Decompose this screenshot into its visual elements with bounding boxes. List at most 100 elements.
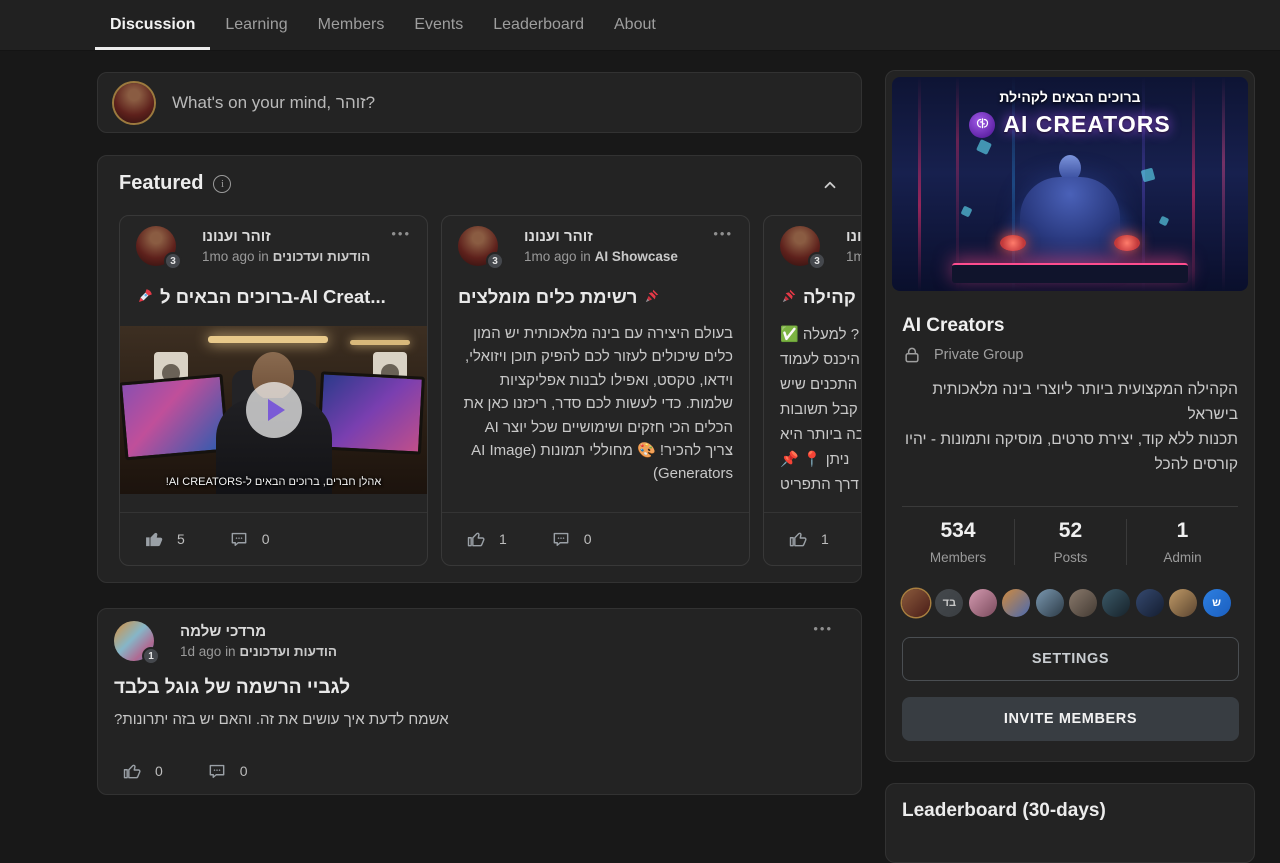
member-avatars-row: בד ש (902, 589, 1236, 617)
collapse-chevron-up-icon[interactable] (821, 176, 839, 199)
like-button[interactable]: 5 (144, 529, 185, 549)
level-badge: 3 (164, 252, 182, 270)
author-name[interactable]: זוהר וענונו (202, 228, 271, 245)
banner-logo-text: AI CREATORS (1003, 111, 1170, 138)
tab-learning[interactable]: Learning (210, 0, 302, 50)
rocket-icon (136, 287, 154, 310)
monitor-right (317, 371, 425, 454)
member-avatar[interactable]: ש (1203, 589, 1231, 617)
video-thumbnail[interactable]: אהלן חברים, ברוכים הבאים ל-AI CREATORS! (120, 326, 427, 494)
comment-count: 0 (240, 763, 248, 779)
thumbs-up-icon (144, 529, 164, 549)
invite-members-button[interactable]: INVITE MEMBERS (902, 697, 1239, 741)
pushpin-icon (780, 288, 797, 310)
featured-post-card[interactable]: 3 זוהר וענונו 1mo ago in הודעות ועדכונים… (119, 215, 428, 566)
post-title[interactable]: רשימת כלים מומלצים (458, 286, 733, 310)
group-privacy: Private Group (902, 345, 1023, 365)
comment-count: 0 (584, 531, 592, 547)
tab-members[interactable]: Members (303, 0, 400, 50)
post-title[interactable]: קהילה (780, 286, 862, 310)
tab-about[interactable]: About (599, 0, 671, 50)
play-button-icon[interactable] (246, 382, 302, 438)
post-meta: 1d ago in הודעות ועדכונים (180, 644, 337, 659)
post-body-line: התכנים שיש (780, 372, 862, 397)
group-info-card: ברוכים הבאים לקהילת AI CREATORS AI Creat… (885, 70, 1255, 762)
monitor-left (120, 374, 229, 461)
pushpin-icon (643, 288, 660, 310)
featured-post-card[interactable]: 3 זוהר וענונו 1mo קהילה ✅ למעלה ?היכנס ל… (763, 215, 862, 566)
tab-events[interactable]: Events (399, 0, 478, 50)
board-name: AI Showcase (595, 249, 678, 264)
feed-post-card[interactable]: 1 מרדכי שלמה 1d ago in הודעות ועדכונים •… (97, 608, 862, 795)
author-name[interactable]: זוהר וענונו (524, 228, 593, 245)
post-body-line: היכנס לעמוד (780, 347, 862, 372)
current-user-avatar[interactable] (114, 83, 154, 123)
stat-admin[interactable]: 1Admin (1126, 519, 1238, 565)
thumbs-up-icon (122, 761, 142, 781)
level-badge: 3 (808, 252, 826, 270)
member-avatar[interactable] (969, 589, 997, 617)
post-meta: 1mo (846, 249, 862, 264)
comment-button[interactable]: 0 (551, 529, 592, 549)
stat-members[interactable]: 534Members (902, 519, 1014, 565)
like-button[interactable]: 1 (788, 529, 829, 549)
post-body-line: בה ביותר היא (780, 422, 862, 447)
video-caption: אהלן חברים, ברוכים הבאים ל-AI CREATORS! (120, 476, 427, 488)
post-body: אשמח לדעת איך עושים את זה. והאם יש בזה י… (114, 711, 845, 728)
like-count: 1 (499, 531, 507, 547)
brain-logo-icon (969, 112, 995, 138)
post-body-line: ניתן 📍 📌 (780, 447, 862, 472)
banner-welcome-text: ברוכים הבאים לקהילת (892, 89, 1248, 105)
post-body: בעולם היצירה עם בינה מלאכותית יש המון כל… (458, 322, 733, 486)
like-count: 5 (177, 531, 185, 547)
like-button[interactable]: 0 (122, 761, 163, 781)
group-stats: 534Members 52Posts 1Admin (902, 519, 1238, 565)
tab-discussion[interactable]: Discussion (95, 0, 210, 50)
member-avatar[interactable]: בד (935, 589, 963, 617)
comment-icon (229, 529, 249, 549)
post-menu-icon[interactable]: ••• (813, 621, 833, 636)
member-avatar[interactable] (1102, 589, 1130, 617)
board-name: הודעות ועדכונים (239, 644, 337, 659)
featured-title: Featured (119, 172, 203, 195)
thumbs-up-icon (466, 529, 486, 549)
post-body-line: דרך התפריט (780, 472, 862, 497)
stat-posts[interactable]: 52Posts (1014, 519, 1126, 565)
member-avatar[interactable] (1136, 589, 1164, 617)
comment-icon (207, 761, 227, 781)
post-meta: 1mo ago in AI Showcase (524, 249, 678, 264)
like-count: 0 (155, 763, 163, 779)
featured-post-card[interactable]: 3 זוהר וענונו 1mo ago in AI Showcase •••… (441, 215, 750, 566)
group-banner-image: ברוכים הבאים לקהילת AI CREATORS (892, 77, 1248, 291)
leaderboard-title: Leaderboard (30-days) (902, 800, 1106, 822)
level-badge: 3 (486, 252, 504, 270)
post-body-line: קבל תשובות (780, 397, 862, 422)
post-title[interactable]: לגביי הרשמה של גוגל בלבד (114, 677, 845, 699)
comment-button[interactable]: 0 (229, 529, 270, 549)
leaderboard-card: Leaderboard (30-days) (885, 783, 1255, 863)
member-avatar[interactable] (1069, 589, 1097, 617)
group-description: הקהילה המקצועית ביותר ליוצרי בינה מלאכות… (902, 377, 1238, 477)
like-button[interactable]: 1 (466, 529, 507, 549)
post-meta: 1mo ago in הודעות ועדכונים (202, 249, 370, 264)
post-menu-icon[interactable]: ••• (713, 226, 733, 241)
post-composer[interactable]: What's on your mind, זוהר? (97, 72, 862, 133)
member-avatar[interactable] (1036, 589, 1064, 617)
comment-button[interactable]: 0 (207, 761, 248, 781)
composer-prompt[interactable]: What's on your mind, זוהר? (172, 93, 375, 113)
author-name[interactable]: זוהר וענונו (846, 228, 862, 245)
settings-button[interactable]: SETTINGS (902, 637, 1239, 681)
top-nav: DiscussionLearningMembersEventsLeaderboa… (0, 0, 1280, 51)
tab-leaderboard[interactable]: Leaderboard (478, 0, 599, 50)
member-avatar[interactable] (1169, 589, 1197, 617)
info-icon[interactable]: i (213, 175, 231, 193)
level-badge: 1 (142, 647, 160, 665)
author-name[interactable]: מרדכי שלמה (180, 623, 266, 640)
member-avatar[interactable] (1002, 589, 1030, 617)
post-menu-icon[interactable]: ••• (391, 226, 411, 241)
post-body-line: ✅ למעלה ? (780, 322, 862, 347)
member-avatar[interactable] (902, 589, 930, 617)
lock-icon (902, 345, 922, 365)
post-title[interactable]: ברוכים הבאים ל-AI Creat... (136, 286, 411, 310)
like-count: 1 (821, 531, 829, 547)
